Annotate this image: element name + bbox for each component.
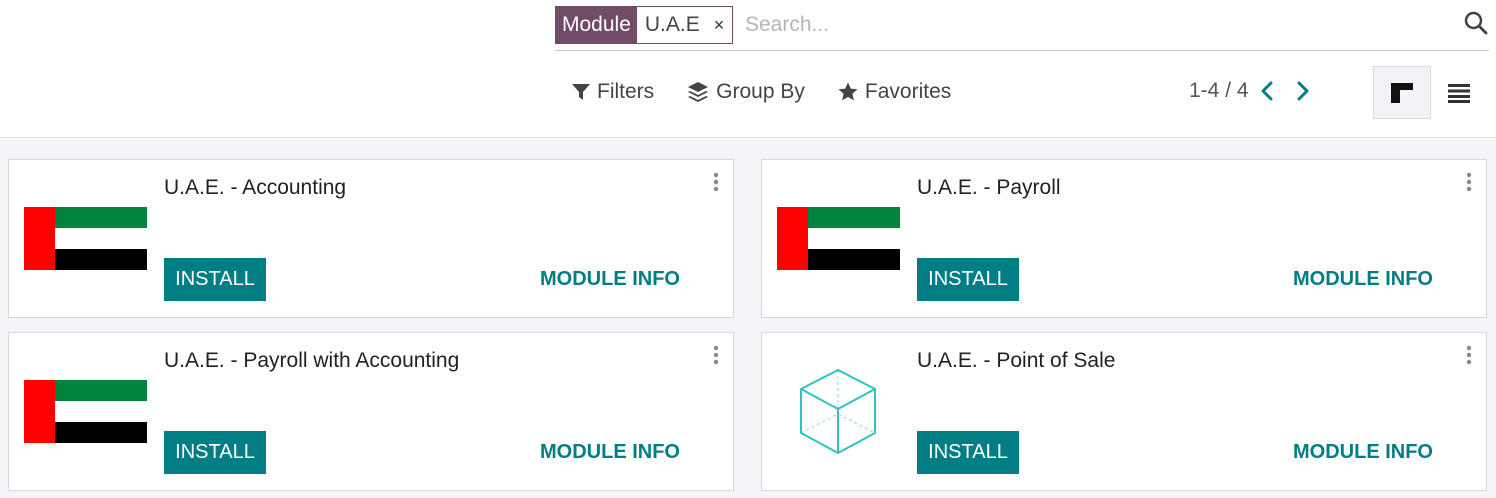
- card-title: U.A.E. - Point of Sale: [917, 349, 1116, 372]
- list-view-button[interactable]: [1431, 66, 1487, 119]
- pager-range: 1-4: [1189, 79, 1220, 102]
- pager: 1-4 / 4: [1189, 76, 1321, 106]
- cube-icon: [800, 369, 876, 454]
- pager-separator: /: [1225, 79, 1232, 102]
- control-panel: Module U.A.E × Filters Group By: [0, 0, 1496, 138]
- install-button[interactable]: INSTALL: [917, 431, 1019, 474]
- card-title: U.A.E. - Payroll: [917, 176, 1061, 199]
- facet-value: U.A.E: [644, 13, 700, 36]
- kanban-card[interactable]: U.A.E. - Point of Sale INSTALL MODULE IN…: [761, 332, 1487, 491]
- filter-icon: [571, 82, 591, 102]
- module-info-button[interactable]: MODULE INFO: [540, 441, 680, 464]
- pager-limit: 4: [1236, 79, 1249, 102]
- search-options: Filters Group By Favorites: [555, 70, 983, 114]
- module-info-button[interactable]: MODULE INFO: [1293, 441, 1433, 464]
- filters-label: Filters: [597, 80, 655, 103]
- chevron-right-icon: [1297, 81, 1309, 101]
- star-icon: [837, 81, 859, 103]
- uae-flag-icon: [24, 207, 147, 270]
- uae-flag-icon: [777, 207, 900, 270]
- install-button[interactable]: INSTALL: [917, 258, 1019, 301]
- list-icon: [1448, 83, 1470, 103]
- layers-icon: [686, 80, 710, 104]
- groupby-label: Group By: [716, 80, 805, 103]
- facet-remove-icon[interactable]: ×: [714, 7, 725, 43]
- kanban-card[interactable]: U.A.E. - Accounting INSTALL MODULE INFO: [8, 159, 734, 318]
- dropdown-menu-icon[interactable]: [711, 172, 721, 192]
- kanban-view: U.A.E. - Accounting INSTALL MODULE INFO …: [0, 139, 1496, 498]
- dropdown-menu-icon[interactable]: [1464, 345, 1474, 365]
- chevron-left-icon: [1261, 81, 1273, 101]
- module-info-button[interactable]: MODULE INFO: [540, 268, 680, 291]
- card-title: U.A.E. - Payroll with Accounting: [164, 349, 460, 372]
- uae-flag-icon: [24, 380, 147, 443]
- install-button[interactable]: INSTALL: [164, 431, 266, 474]
- install-button[interactable]: INSTALL: [164, 258, 266, 301]
- favorites-label: Favorites: [864, 80, 952, 103]
- kanban-card[interactable]: U.A.E. - Payroll with Accounting INSTALL…: [8, 332, 734, 491]
- dropdown-menu-icon[interactable]: [711, 345, 721, 365]
- kanban-view-button[interactable]: [1373, 66, 1431, 119]
- search-bar: Module U.A.E ×: [555, 5, 1489, 51]
- pager-value[interactable]: 1-4 / 4: [1189, 79, 1249, 103]
- dropdown-menu-icon[interactable]: [1464, 172, 1474, 192]
- module-info-button[interactable]: MODULE INFO: [1293, 268, 1433, 291]
- kanban-icon: [1391, 82, 1413, 103]
- facet-value-wrap: U.A.E ×: [637, 7, 732, 43]
- card-title: U.A.E. - Accounting: [164, 176, 347, 199]
- search-icon[interactable]: [1463, 10, 1489, 36]
- pager-next-button[interactable]: [1285, 76, 1321, 106]
- search-facet: Module U.A.E ×: [555, 6, 734, 44]
- favorites-button[interactable]: Favorites: [837, 80, 951, 104]
- groupby-button[interactable]: Group By: [686, 80, 805, 104]
- facet-label: Module: [556, 7, 637, 43]
- kanban-card[interactable]: U.A.E. - Payroll INSTALL MODULE INFO: [761, 159, 1487, 318]
- search-input[interactable]: [745, 9, 1435, 41]
- filters-button[interactable]: Filters: [571, 80, 654, 104]
- pager-previous-button[interactable]: [1249, 76, 1285, 106]
